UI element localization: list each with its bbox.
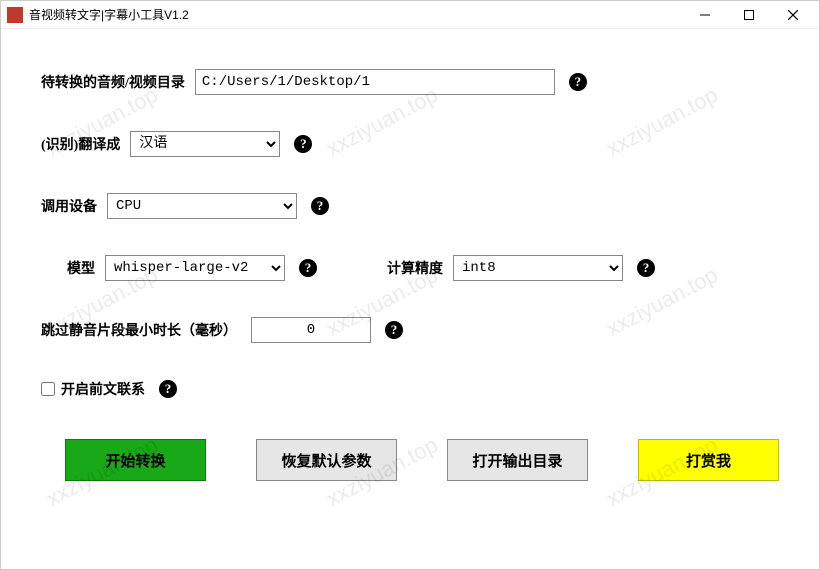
device-select[interactable]: CPU — [107, 193, 297, 219]
precision-label: 计算精度 — [387, 258, 443, 278]
minimize-button[interactable] — [683, 1, 727, 29]
help-icon[interactable] — [299, 259, 317, 277]
help-icon[interactable] — [569, 73, 587, 91]
maximize-button[interactable] — [727, 1, 771, 29]
context-row: 开启前文联系 — [41, 379, 779, 399]
device-row: 调用设备 CPU — [41, 193, 779, 219]
language-select[interactable]: 汉语 — [130, 131, 280, 157]
precision-select[interactable]: int8 — [453, 255, 623, 281]
button-row: 开始转换 恢复默认参数 打开输出目录 打赏我 — [41, 439, 779, 481]
silence-label: 跳过静音片段最小时长（毫秒） — [41, 320, 237, 340]
directory-row: 待转换的音频/视频目录 — [41, 69, 779, 95]
model-select[interactable]: whisper-large-v2 — [105, 255, 285, 281]
title-bar: 音视频转文字|字幕小工具V1.2 — [1, 1, 819, 29]
reset-button[interactable]: 恢复默认参数 — [256, 439, 397, 481]
window-title: 音视频转文字|字幕小工具V1.2 — [29, 6, 189, 23]
device-label: 调用设备 — [41, 196, 97, 216]
language-row: (识别)翻译成 汉语 — [41, 131, 779, 157]
open-output-button[interactable]: 打开输出目录 — [447, 439, 588, 481]
start-button[interactable]: 开始转换 — [65, 439, 206, 481]
silence-row: 跳过静音片段最小时长（毫秒） — [41, 317, 779, 343]
context-checkbox[interactable] — [41, 382, 55, 396]
help-icon[interactable] — [385, 321, 403, 339]
directory-input[interactable] — [195, 69, 555, 95]
language-label: (识别)翻译成 — [41, 134, 120, 154]
help-icon[interactable] — [294, 135, 312, 153]
context-label: 开启前文联系 — [61, 379, 145, 399]
close-button[interactable] — [771, 1, 815, 29]
donate-button[interactable]: 打赏我 — [638, 439, 779, 481]
silence-input[interactable] — [251, 317, 371, 343]
directory-label: 待转换的音频/视频目录 — [41, 72, 185, 92]
help-icon[interactable] — [311, 197, 329, 215]
help-icon[interactable] — [637, 259, 655, 277]
help-icon[interactable] — [159, 380, 177, 398]
app-icon — [7, 7, 23, 23]
model-label: 模型 — [67, 258, 95, 278]
model-precision-row: 模型 whisper-large-v2 计算精度 int8 — [41, 255, 779, 281]
